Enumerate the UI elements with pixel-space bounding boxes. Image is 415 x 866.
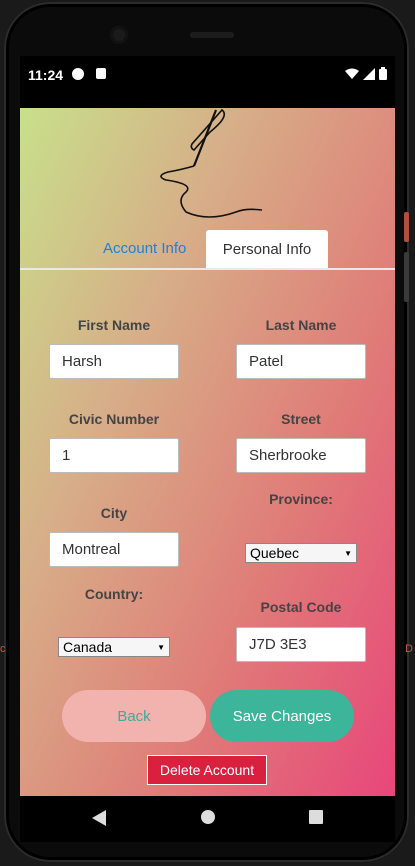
postal-code-label: Postal Code bbox=[260, 599, 342, 615]
edit-profile-screen: Account Info Personal Info First Name Ha… bbox=[20, 108, 395, 796]
delete-account-button[interactable]: Delete Account bbox=[148, 756, 266, 784]
nav-home-icon[interactable] bbox=[201, 810, 215, 824]
volume-button bbox=[404, 252, 409, 302]
city-input[interactable]: Montreal bbox=[49, 532, 179, 567]
system-nav-bar bbox=[20, 796, 395, 842]
edge-glyph-right: D bbox=[405, 643, 413, 655]
sd-card-icon bbox=[96, 68, 106, 79]
province-select[interactable]: Quebec ▼ bbox=[245, 543, 357, 563]
battery-icon bbox=[379, 67, 387, 80]
country-select[interactable]: Canada ▼ bbox=[58, 637, 170, 657]
status-bar: 11:24 bbox=[20, 56, 395, 108]
civic-number-label: Civic Number bbox=[68, 411, 160, 427]
street-label: Street bbox=[281, 411, 321, 427]
status-icons bbox=[345, 67, 387, 80]
nav-back-icon[interactable] bbox=[92, 810, 106, 826]
edge-glyph-left: c bbox=[0, 643, 6, 655]
screen: 11:24 Account Info Personal Info First N… bbox=[20, 56, 395, 796]
status-time: 11:24 bbox=[28, 67, 64, 83]
postal-code-input[interactable]: J7D 3E3 bbox=[236, 627, 366, 662]
first-name-input[interactable]: Harsh bbox=[49, 344, 179, 379]
wifi-icon bbox=[345, 68, 359, 79]
first-name-label: First Name bbox=[77, 317, 151, 333]
province-selected-value: Quebec bbox=[250, 545, 300, 561]
chevron-down-icon: ▼ bbox=[344, 548, 352, 558]
tab-personal-info[interactable]: Personal Info bbox=[206, 230, 328, 268]
country-selected-value: Canada bbox=[63, 639, 113, 655]
nav-recents-icon[interactable] bbox=[309, 810, 323, 824]
province-label: Province: bbox=[269, 491, 333, 507]
civic-number-input[interactable]: 1 bbox=[49, 438, 179, 473]
last-name-input[interactable]: Patel bbox=[236, 344, 366, 379]
back-button[interactable]: Back bbox=[62, 690, 206, 742]
last-name-label: Last Name bbox=[265, 317, 337, 333]
street-input[interactable]: Sherbrooke bbox=[236, 438, 366, 473]
city-label: City bbox=[100, 505, 128, 521]
front-camera-icon bbox=[110, 26, 128, 44]
save-changes-button[interactable]: Save Changes bbox=[210, 690, 354, 742]
signal-icon bbox=[363, 67, 375, 80]
power-button bbox=[404, 212, 409, 242]
country-label: Country: bbox=[84, 586, 144, 602]
notification-icon bbox=[72, 68, 84, 80]
chevron-down-icon: ▼ bbox=[157, 642, 165, 652]
quill-pen-logo-icon bbox=[160, 108, 263, 218]
earpiece-speaker bbox=[190, 32, 234, 38]
tab-account-info[interactable]: Account Info bbox=[103, 240, 186, 257]
tab-divider bbox=[20, 268, 395, 270]
